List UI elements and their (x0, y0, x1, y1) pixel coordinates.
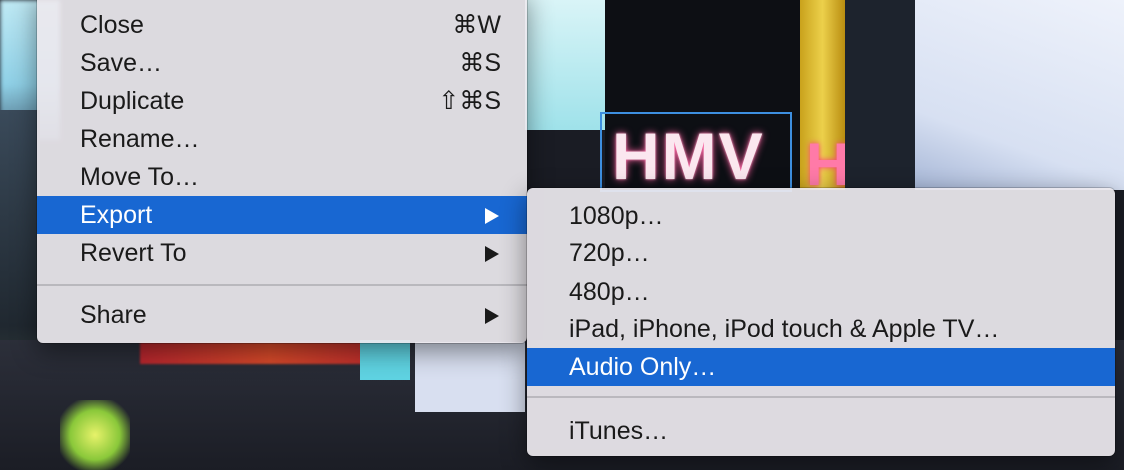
background-green-light (60, 400, 130, 470)
menu-item-shortcut: ⌘S (459, 49, 501, 77)
menu-item-label: 1080p… (569, 202, 664, 230)
menu-item-export[interactable]: Export (37, 196, 527, 234)
menu-item-save[interactable]: Save… ⌘S (37, 44, 527, 82)
menu-item-label: 480p… (569, 278, 650, 306)
menu-item-shortcut: ⇧⌘S (438, 87, 501, 115)
submenu-item-720p[interactable]: 720p… (527, 234, 1115, 272)
background-dark-gap (845, 0, 915, 190)
menu-item-share[interactable]: Share (37, 296, 527, 334)
submenu-item-apple-devices[interactable]: iPad, iPhone, iPod touch & Apple TV… (527, 310, 1115, 348)
background-white-building (415, 342, 525, 412)
background-hmv-sign: HMV (612, 119, 765, 193)
submenu-item-480p[interactable]: 480p… (527, 273, 1115, 311)
menu-item-label: Share (80, 301, 147, 329)
background-white-screen (915, 0, 1124, 190)
submenu-item-audio-only[interactable]: Audio Only… (527, 348, 1115, 386)
menu-item-label: iTunes… (569, 417, 669, 445)
background-cyan-sign (360, 340, 410, 380)
submenu-item-itunes[interactable]: iTunes… (527, 412, 1115, 450)
triangle-right-icon (485, 308, 499, 324)
triangle-right-icon (485, 246, 499, 262)
file-menu: Close ⌘W Save… ⌘S Duplicate ⇧⌘S Rename… … (37, 0, 527, 343)
export-submenu: 1080p… 720p… 480p… iPad, iPhone, iPod to… (527, 188, 1115, 456)
menu-item-label: Rename… (80, 125, 200, 153)
menu-item-label: Audio Only… (569, 353, 717, 381)
menu-item-label: iPad, iPhone, iPod touch & Apple TV… (569, 315, 1000, 343)
menu-item-label: Duplicate (80, 87, 185, 115)
menu-item-rename[interactable]: Rename… (37, 120, 527, 158)
menu-separator (37, 284, 527, 286)
menu-item-label: Save… (80, 49, 162, 77)
menu-item-revert-to[interactable]: Revert To (37, 234, 527, 272)
submenu-item-1080p[interactable]: 1080p… (527, 197, 1115, 235)
menu-item-shortcut: ⌘W (452, 11, 501, 39)
menu-item-duplicate[interactable]: Duplicate ⇧⌘S (37, 82, 527, 120)
menu-item-label: Move To… (80, 163, 200, 191)
menu-item-label: Revert To (80, 239, 187, 267)
triangle-right-icon (485, 208, 499, 224)
menu-item-move-to[interactable]: Move To… (37, 158, 527, 196)
background-cyan-billboard (525, 0, 605, 130)
menu-item-label: Export (80, 201, 153, 229)
menu-item-label: Close (80, 11, 144, 39)
menu-item-label: 720p… (569, 239, 650, 267)
menu-item-close[interactable]: Close ⌘W (37, 6, 527, 44)
menu-separator (527, 396, 1115, 398)
